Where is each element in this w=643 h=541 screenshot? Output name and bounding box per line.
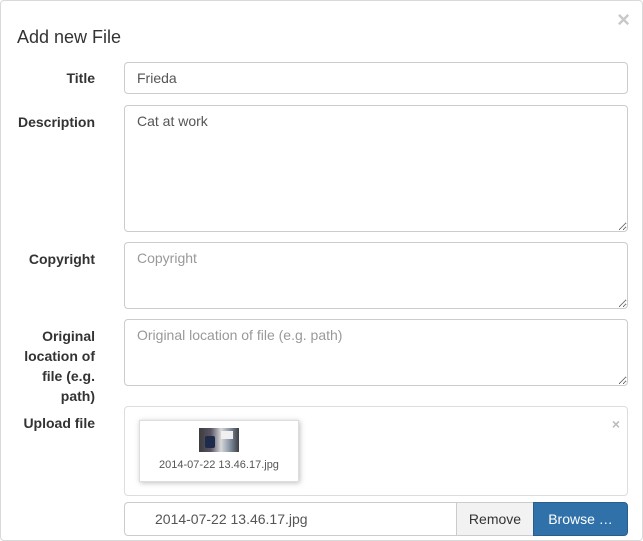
copyright-label: Copyright <box>28 251 95 267</box>
preview-close-icon[interactable]: × <box>612 416 620 432</box>
upload-file-label: Upload file <box>23 415 95 431</box>
image-thumbnail <box>199 428 239 452</box>
copyright-textarea[interactable] <box>124 242 628 309</box>
original-location-textarea[interactable] <box>124 319 628 386</box>
close-icon[interactable]: × <box>617 9 630 31</box>
description-textarea[interactable]: Cat at work <box>124 105 628 232</box>
browse-button[interactable]: Browse … <box>533 502 628 536</box>
file-input-group: 2014-07-22 13.46.17.jpg Remove Browse … <box>124 502 628 536</box>
preview-caption: 2014-07-22 13.46.17.jpg <box>159 459 279 471</box>
file-preview-card: 2014-07-22 13.46.17.jpg <box>139 420 299 482</box>
file-preview-area: × 2014-07-22 13.46.17.jpg <box>124 406 628 496</box>
title-input[interactable] <box>124 62 628 94</box>
title-label: Title <box>66 70 95 86</box>
original-location-label-line: path) <box>60 388 95 404</box>
description-label: Description <box>17 114 95 130</box>
original-location-label-line: location of <box>24 348 95 364</box>
add-file-dialog: × Add new File Title Description Cat at … <box>0 0 643 541</box>
file-name-display[interactable]: 2014-07-22 13.46.17.jpg <box>124 502 456 536</box>
remove-button[interactable]: Remove <box>456 502 534 536</box>
dialog-title: Add new File <box>17 27 122 47</box>
original-location-label-line: file (e.g. <box>42 368 95 384</box>
original-location-label-line: Original <box>42 328 95 344</box>
original-location-label: Original location of file (e.g. path) <box>1 326 95 406</box>
